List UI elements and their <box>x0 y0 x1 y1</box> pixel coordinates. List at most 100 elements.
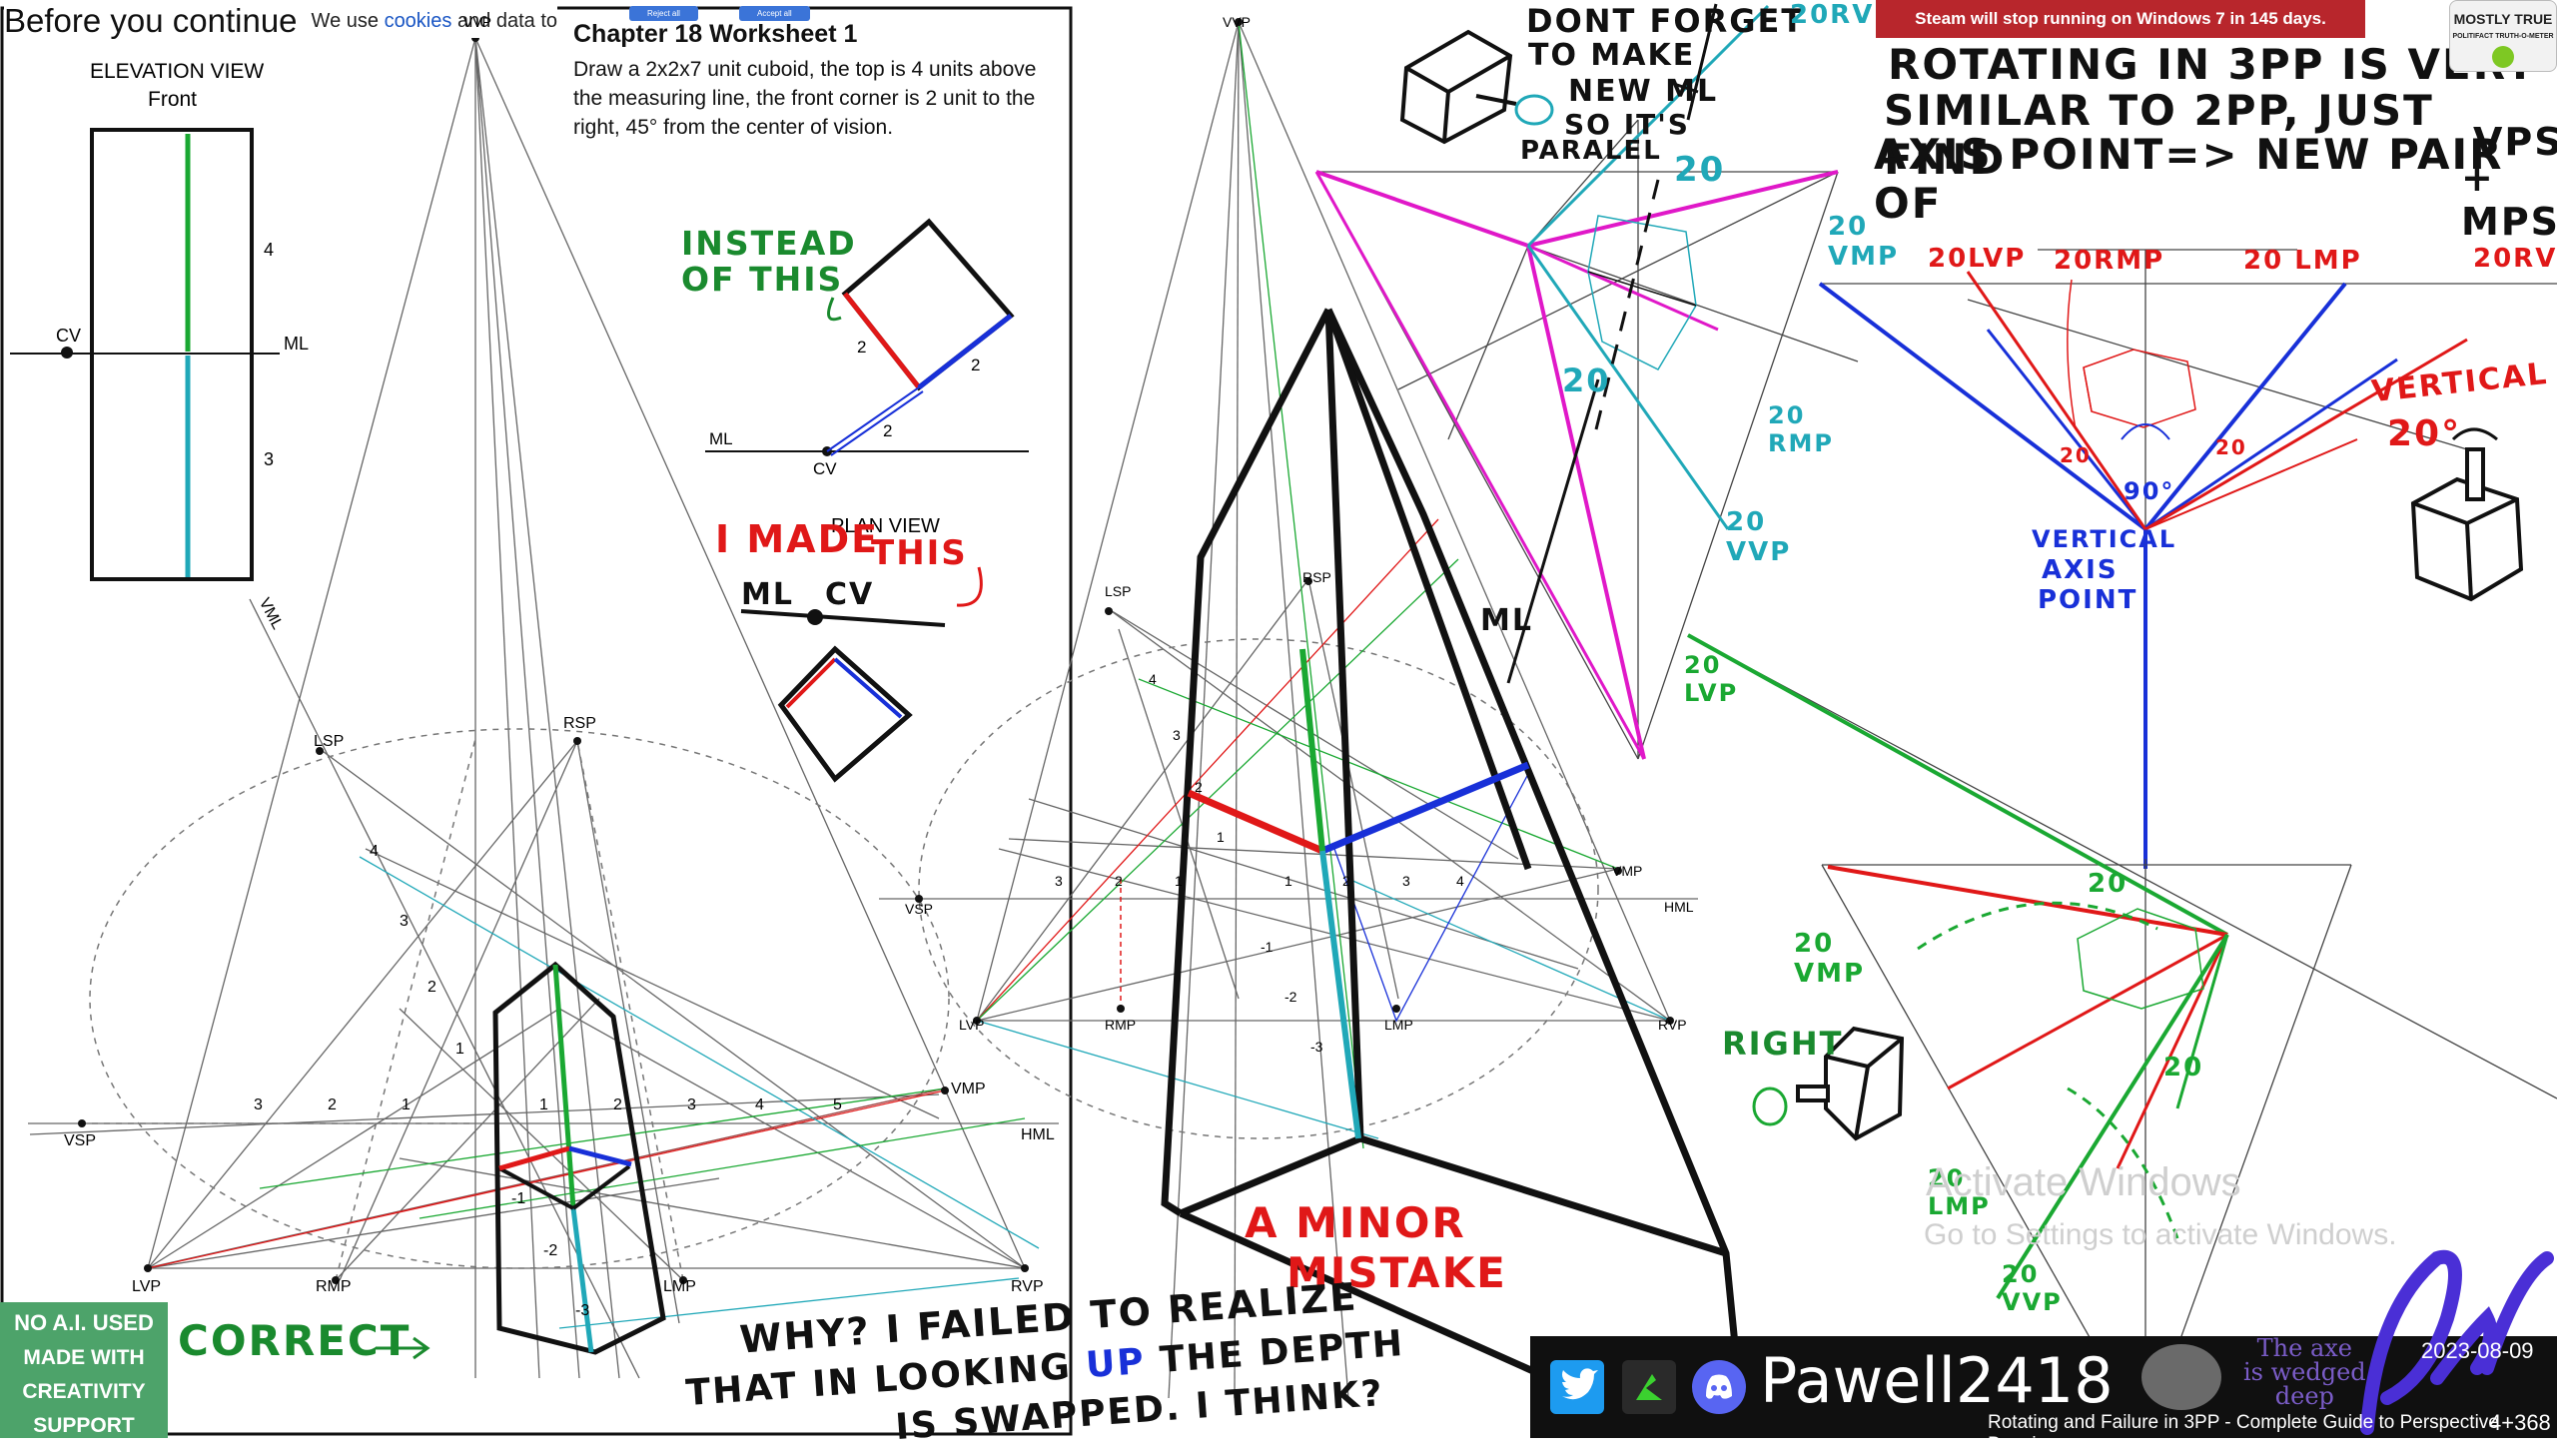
mid-tick-3: 3 <box>1173 727 1181 743</box>
badge-line-1: MOSTLY TRUE <box>2453 11 2553 27</box>
label-angle-20-mid: 20 <box>1562 362 1611 399</box>
noai-line-1: NO A.I. USED <box>14 1310 154 1335</box>
label-angle-20-b1: 20 <box>2088 869 2129 899</box>
label-angle-90: 90° <box>2124 477 2175 505</box>
mid-hml: HML <box>1664 899 1694 915</box>
mid-hml-r3: 3 <box>1402 873 1410 889</box>
cookies-link[interactable]: cookies <box>385 10 452 32</box>
worksheet-body: Draw a 2x2x7 unit cuboid, the top is 4 u… <box>573 58 1037 139</box>
left-tick-m3: -3 <box>575 1302 590 1319</box>
note-right: RIGHT <box>1722 1025 1844 1063</box>
left-rvp: RVP <box>1011 1278 1044 1295</box>
elevation-subtitle: Front <box>148 88 198 111</box>
worksheet-title: Chapter 18 Worksheet 1 <box>573 20 858 48</box>
mid-tick-m2: -2 <box>1284 989 1297 1005</box>
note-vap-2: AXIS <box>2042 555 2119 585</box>
middle-construction-lines <box>879 21 1698 1399</box>
mid-tick-1: 1 <box>1217 829 1225 845</box>
left-hml-r3: 3 <box>687 1096 696 1113</box>
note-vap-3: POINT <box>2038 585 2138 615</box>
label-angle-20-b2: 20 <box>2163 1053 2204 1083</box>
noai-line-2: MADE WITH <box>23 1346 145 1369</box>
mid-rsp: RSP <box>1302 569 1331 585</box>
mid-tick-4: 4 <box>1149 671 1157 687</box>
note-vertical-20: 20° <box>2387 413 2462 454</box>
stream-counter: 4+368 <box>2489 1410 2551 1435</box>
left-hml-2: 2 <box>328 1096 337 1113</box>
label-lmp-r: 20 LMP <box>2243 246 2362 276</box>
note-to-make: TO MAKE <box>1528 38 1696 73</box>
note-i-made: I MADE <box>715 517 880 561</box>
left-lsp: LSP <box>314 733 345 750</box>
plan-dim-1: 2 <box>857 338 867 357</box>
reject-all-button[interactable]: Reject all <box>629 6 698 21</box>
activate-windows-title: Activate Windows <box>1926 1160 2241 1204</box>
note-correct: CORRECT <box>178 1316 412 1365</box>
truth-badge: MOSTLY TRUE POLITIFACT TRUTH-O-METER <box>2449 0 2557 72</box>
mid-vmp: VMP <box>1612 863 1643 879</box>
left-cuboid <box>492 961 666 1355</box>
left-hml-1: 1 <box>402 1096 411 1113</box>
plan-made <box>740 609 946 783</box>
activate-windows-sub: Go to Settings to activate Windows. <box>1924 1218 2397 1251</box>
label-rvp-r: 20RVP <box>2473 244 2557 274</box>
mid-tick-m3: -3 <box>1310 1039 1323 1055</box>
left-hml: HML <box>1021 1126 1055 1143</box>
left-tick-m1: -1 <box>511 1190 526 1207</box>
mid-lvp: LVP <box>959 1017 985 1033</box>
left-hml-r1: 1 <box>539 1096 548 1113</box>
elevation-title: ELEVATION VIEW <box>90 60 265 83</box>
note-new-ml: NEW ML <box>1568 74 1719 109</box>
noai-line-4: SUPPORT <box>33 1414 135 1437</box>
label-vmp-b: 20 VMP <box>1794 929 1866 989</box>
note-ml-hand: ML <box>741 577 794 612</box>
mid-hml-1: 1 <box>1175 873 1183 889</box>
note-vap-1: VERTICAL <box>2032 525 2177 553</box>
mid-rvp: RVP <box>1658 1017 1687 1033</box>
mid-hml-r1: 1 <box>1284 873 1292 889</box>
badge-meter-icon <box>2492 46 2514 68</box>
left-vvp: VVP <box>463 14 492 30</box>
elevation-lower-dim: 3 <box>264 449 275 469</box>
note-rotating-3: AXIS POINT=> NEW PAIR OF <box>1874 130 2504 228</box>
badge-line-2: POLITIFACT TRUTH-O-METER <box>2452 33 2554 40</box>
cookie-title: Before you continue <box>4 2 298 39</box>
left-hml-3: 3 <box>254 1096 263 1113</box>
note-instead: INSTEAD <box>681 224 857 263</box>
label-vmp20: 20 VMP <box>1828 212 1900 272</box>
label-rmp20: 20 RMP <box>1768 401 1834 457</box>
no-ai-badge: NO A.I. USED MADE WITH CREATIVITY SUPPOR… <box>0 1302 168 1438</box>
note-cv-hand: CV <box>825 577 875 612</box>
mid-hml-2: 2 <box>1115 873 1123 889</box>
cube-sketch-right <box>2410 427 2524 602</box>
worksheet-frame <box>0 6 1073 1436</box>
elevation-upper-dim: 4 <box>264 240 275 260</box>
left-tick-3: 3 <box>400 913 409 930</box>
left-hml-r5: 5 <box>833 1096 842 1113</box>
left-tick-m2: -2 <box>543 1242 558 1259</box>
kick-icon[interactable] <box>1622 1360 1676 1414</box>
twitter-icon[interactable] <box>1550 1360 1604 1414</box>
plan-cv-label: CV <box>813 459 837 478</box>
elevation-view <box>10 128 280 581</box>
discord-icon[interactable] <box>1692 1360 1746 1414</box>
elevation-ml-label: ML <box>284 334 310 354</box>
left-tick-1: 1 <box>455 1041 464 1058</box>
plan-dim-3: 2 <box>883 421 893 440</box>
streamer-username: Pawell2418 <box>1760 1344 2114 1417</box>
cookie-text: We use cookies and data to <box>311 9 558 32</box>
mid-hml-3: 3 <box>1055 873 1063 889</box>
label-vvp-b: 20 VVP <box>2002 1260 2063 1316</box>
mid-hml-r4: 4 <box>1456 873 1464 889</box>
plan-dim-2: 2 <box>971 356 981 374</box>
stream-date: 2023-08-09 <box>2421 1338 2534 1363</box>
accept-all-button[interactable]: Accept all <box>739 6 810 21</box>
left-hml-r4: 4 <box>755 1096 764 1113</box>
steam-notification[interactable]: Steam will stop running on Windows 7 in … <box>1876 0 2365 38</box>
left-lmp: LMP <box>663 1278 696 1295</box>
left-tick-2: 2 <box>427 979 436 996</box>
mid-vsp: VSP <box>905 901 934 917</box>
mid-rmp: RMP <box>1105 1017 1137 1033</box>
label-lvp20: 20 LVP <box>1684 651 1739 707</box>
label-angle-20-right: 20 <box>2215 435 2247 459</box>
